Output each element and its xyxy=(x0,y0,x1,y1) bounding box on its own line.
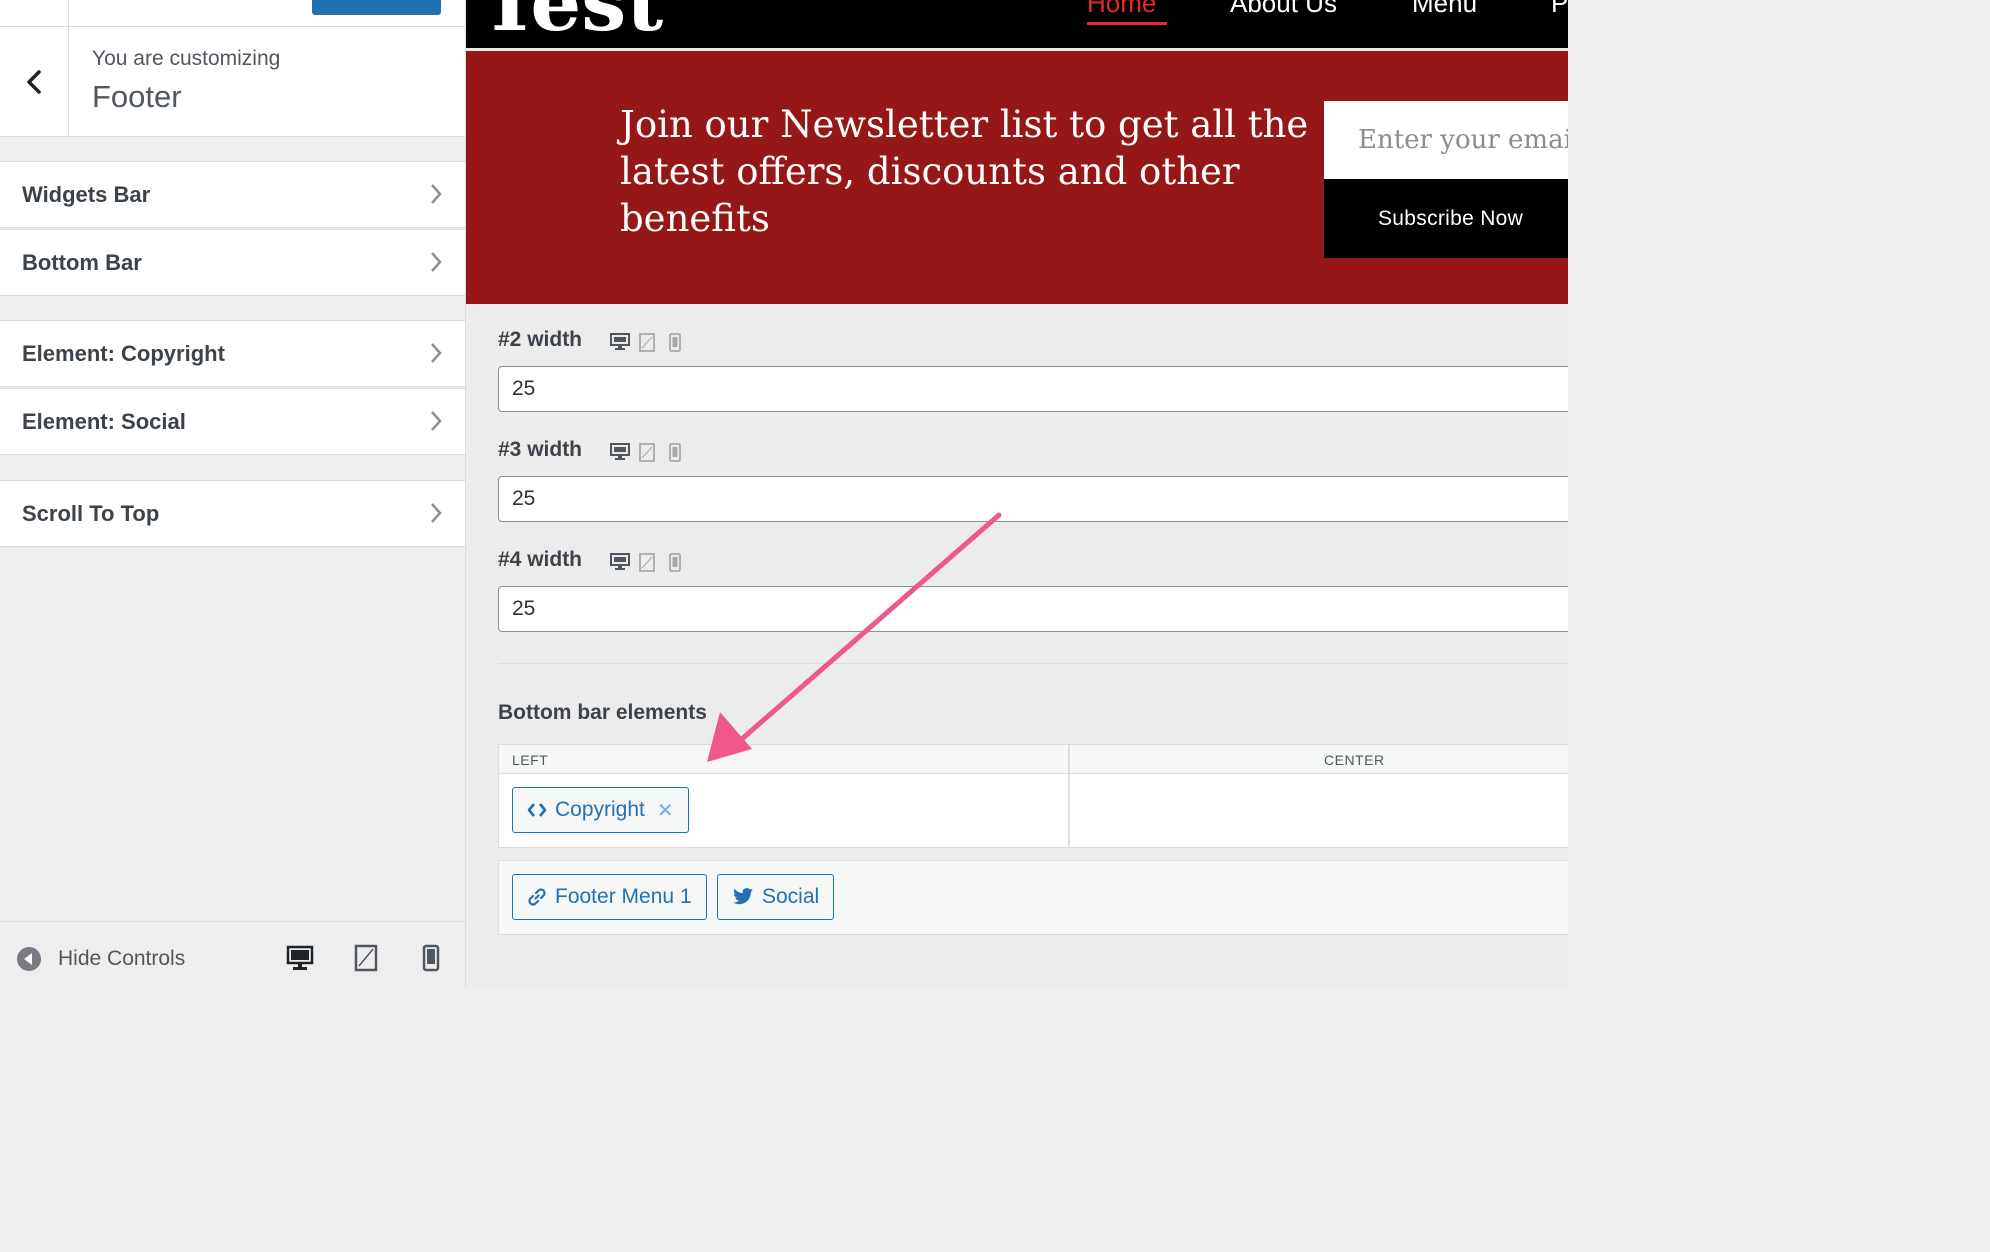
divider xyxy=(68,0,69,26)
back-button[interactable] xyxy=(0,27,69,136)
chevron-right-icon xyxy=(431,252,442,272)
element-chip-social[interactable]: Social xyxy=(717,874,835,920)
chip-label: Social xyxy=(762,885,820,908)
nav-active-underline xyxy=(1087,22,1167,25)
section-item-label: Element: Copyright xyxy=(22,341,225,366)
section-item-label: Scroll To Top xyxy=(22,501,160,526)
width-4-input[interactable] xyxy=(498,586,1568,632)
nav-home[interactable]: Home xyxy=(1087,0,1156,19)
width-3-label: #3 width xyxy=(498,438,583,461)
column-label: LEFT xyxy=(512,752,549,768)
desktop-icon[interactable] xyxy=(610,552,630,572)
nav-more[interactable]: P xyxy=(1551,0,1568,19)
mobile-preview-icon[interactable] xyxy=(422,944,440,972)
section-item-element-copyright[interactable]: Element: Copyright xyxy=(0,320,465,387)
chevron-right-icon xyxy=(431,343,442,363)
column-label: CENTER xyxy=(1324,752,1385,768)
column-separator xyxy=(1068,745,1070,849)
desktop-icon[interactable] xyxy=(610,442,630,462)
hide-controls-label: Hide Controls xyxy=(58,947,186,970)
customizer-panel: You are customizing Footer Widgets Bar B… xyxy=(0,0,466,988)
newsletter-section: Join our Newsletter list to get all the … xyxy=(466,51,1568,304)
section-item-label: Widgets Bar xyxy=(22,182,151,207)
section-item-widgets-bar[interactable]: Widgets Bar xyxy=(0,161,465,228)
divider xyxy=(498,663,1568,664)
mobile-icon[interactable] xyxy=(669,553,681,572)
newsletter-text: Join our Newsletter list to get all the … xyxy=(620,103,1309,240)
mobile-icon[interactable] xyxy=(669,333,681,352)
tablet-icon[interactable] xyxy=(639,333,655,352)
subscribe-button[interactable]: Subscribe Now xyxy=(1324,179,1568,258)
tablet-preview-icon[interactable] xyxy=(354,944,378,972)
twitter-icon xyxy=(733,888,753,905)
column-header-center: CENTER xyxy=(1070,745,1568,774)
link-icon xyxy=(528,888,546,906)
chip-label: Footer Menu 1 xyxy=(555,885,692,908)
tablet-icon[interactable] xyxy=(639,553,655,572)
customizing-title: You are customizing Footer xyxy=(92,47,280,115)
width-3-input[interactable] xyxy=(498,476,1568,522)
chip-label: Copyright xyxy=(555,798,645,821)
chevron-right-icon xyxy=(431,184,442,204)
collapse-icon xyxy=(17,947,41,971)
available-elements: Footer Menu 1 Social xyxy=(498,860,1568,935)
element-chip-footer-menu-1[interactable]: Footer Menu 1 xyxy=(512,874,707,920)
publish-button[interactable] xyxy=(312,0,441,15)
email-input[interactable] xyxy=(1324,101,1568,179)
nav-about-us[interactable]: About Us xyxy=(1230,0,1337,19)
code-icon xyxy=(527,803,547,817)
section-item-label: Element: Social xyxy=(22,409,186,434)
site-preview: Test Home About Us Menu P Join our Newsl… xyxy=(466,0,1568,987)
chevron-right-icon xyxy=(431,503,442,523)
section-title: Footer xyxy=(92,79,182,114)
column-header-left: LEFT xyxy=(499,745,1068,774)
mobile-icon[interactable] xyxy=(669,443,681,462)
customizing-label: You are customizing xyxy=(92,47,281,70)
desktop-icon[interactable] xyxy=(610,332,630,352)
bottom-bar-columns: LEFT CENTER Copyright ✕ xyxy=(498,744,1568,849)
remove-icon[interactable]: ✕ xyxy=(657,798,674,823)
site-logo[interactable]: Test xyxy=(480,0,663,42)
tablet-icon[interactable] xyxy=(639,443,655,462)
section-item-element-social[interactable]: Element: Social xyxy=(0,388,465,455)
site-header: Test Home About Us Menu P xyxy=(466,0,1568,51)
nav-menu[interactable]: Menu xyxy=(1412,0,1477,19)
chevron-left-icon xyxy=(27,69,41,94)
section-item-label: Bottom Bar xyxy=(22,250,142,275)
bottom-bar-elements-title: Bottom bar elements xyxy=(498,701,707,724)
element-chip-copyright[interactable]: Copyright ✕ xyxy=(512,787,689,833)
width-4-label: #4 width xyxy=(498,548,583,571)
width-2-input[interactable] xyxy=(498,366,1568,412)
section-item-bottom-bar[interactable]: Bottom Bar xyxy=(0,229,465,296)
section-header: You are customizing Footer xyxy=(0,27,465,137)
hide-controls-button[interactable]: Hide Controls xyxy=(16,946,185,972)
width-2-label: #2 width xyxy=(498,328,583,351)
desktop-preview-icon[interactable] xyxy=(286,944,314,972)
section-item-scroll-to-top[interactable]: Scroll To Top xyxy=(0,480,465,547)
panel-footer: Hide Controls xyxy=(0,921,465,988)
chevron-right-icon xyxy=(431,411,442,431)
panel-top-strip xyxy=(0,0,465,27)
